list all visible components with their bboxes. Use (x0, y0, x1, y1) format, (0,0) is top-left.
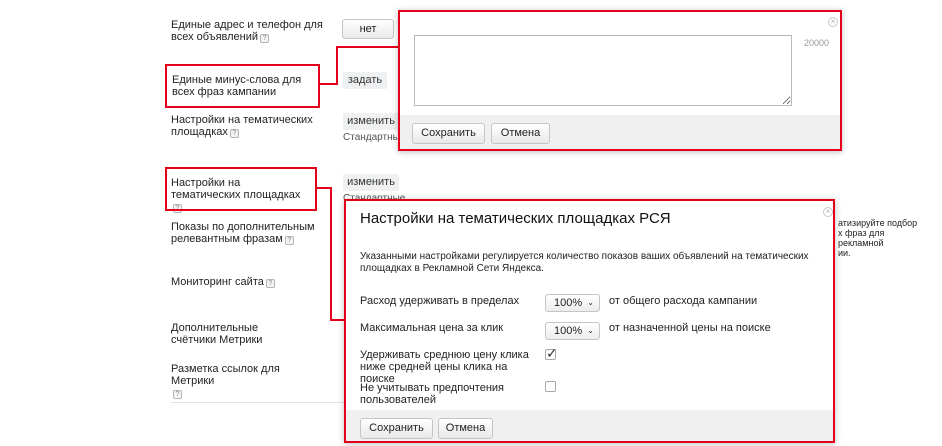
max-price-label: Максимальная цена за клик (360, 322, 504, 334)
keep-avg-price-checkbox[interactable]: ✓ (545, 345, 558, 361)
spend-limit-suffix: от общего расхода кампании (609, 295, 758, 307)
minus-words-set-button[interactable]: задать (343, 72, 387, 89)
keep-avg-price-label: Удерживать среднюю цену клика ниже средн… (360, 349, 529, 385)
rsya-settings-popup: × Настройки на тематических площадках РС… (344, 199, 835, 443)
platforms-status-1: Стандартные (343, 132, 406, 143)
site-monitoring-label: Мониторинг сайта? (171, 276, 275, 288)
popup-title: Настройки на тематических площадках РСЯ (360, 210, 671, 227)
minus-words-popup: × 20000 Сохранить Отмена (398, 10, 842, 151)
spend-limit-select[interactable]: 100% ⌄ (545, 294, 600, 312)
chevron-down-icon: ⌄ (587, 326, 594, 335)
checkmark-icon: ✓ (546, 345, 558, 361)
close-icon[interactable]: × (828, 17, 838, 27)
rsya-popup-footer: Сохранить Отмена (346, 410, 833, 441)
connector-minus-words-h2 (336, 46, 398, 48)
close-icon[interactable]: × (823, 207, 833, 217)
extra-phrases-side-text: атизируйте подбор х фраз для рекламной и… (838, 218, 918, 258)
help-icon[interactable]: ? (173, 390, 182, 399)
save-button[interactable]: Сохранить (412, 123, 485, 144)
unified-contacts-label: Единые адрес и телефон для всех объявлен… (171, 19, 323, 43)
char-limit: 20000 (804, 38, 830, 48)
help-icon[interactable]: ? (229, 129, 239, 138)
metrika-links-label: Разметка ссылок для Метрики? (171, 363, 280, 399)
connector-platforms-v (330, 187, 332, 321)
cancel-button[interactable]: Отмена (491, 123, 550, 144)
unified-contacts-toggle[interactable]: нет (342, 19, 394, 39)
ignore-prefs-checkbox[interactable] (545, 381, 556, 392)
help-icon[interactable]: ? (265, 279, 275, 288)
platforms-change-button-1[interactable]: изменить (343, 113, 399, 130)
platforms-change-button-2[interactable]: изменить (343, 174, 399, 191)
chevron-down-icon: ⌄ (587, 298, 594, 307)
minus-words-textarea[interactable] (414, 35, 792, 106)
max-price-suffix: от назначенной цены на поиске (609, 322, 771, 334)
save-button[interactable]: Сохранить (360, 418, 433, 439)
metrika-counters-label: Дополнительные счётчики Метрики (171, 322, 263, 346)
popup-description: Указанными настройками регулируется коли… (360, 251, 809, 274)
ignore-prefs-label: Не учитывать предпочтения пользователей (360, 382, 504, 406)
divider (171, 402, 343, 403)
help-icon[interactable]: ? (284, 236, 294, 245)
help-icon[interactable]: ? (260, 34, 270, 43)
cancel-button[interactable]: Отмена (438, 418, 493, 439)
spend-limit-label: Расход удерживать в пределах (360, 295, 520, 307)
platforms-settings-label-1: Настройки на тематических площадках? (171, 114, 313, 138)
highlight-minus-words-label (165, 64, 320, 108)
minus-popup-footer: Сохранить Отмена (400, 115, 840, 149)
max-price-select[interactable]: 100% ⌄ (545, 322, 600, 340)
highlight-platforms-label (165, 167, 317, 211)
connector-platforms-h2 (330, 319, 344, 321)
connector-minus-words-v (336, 46, 338, 85)
extra-phrases-label: Показы по дополнительным релевантным фра… (171, 221, 315, 245)
